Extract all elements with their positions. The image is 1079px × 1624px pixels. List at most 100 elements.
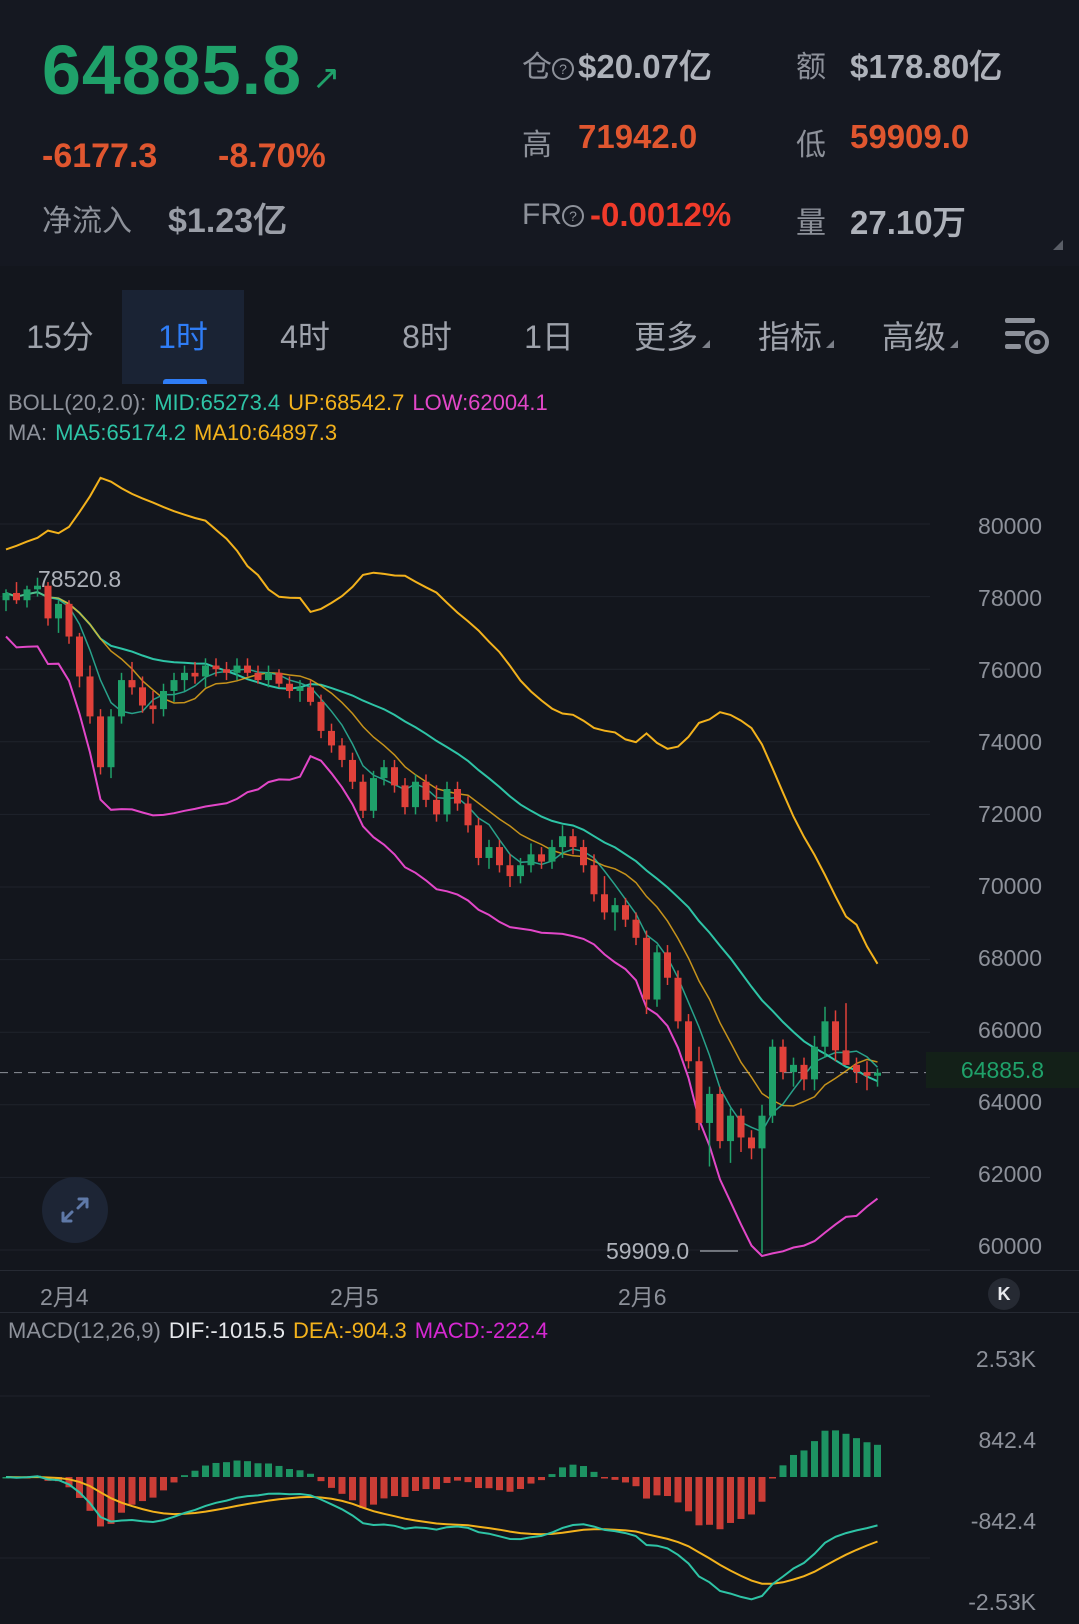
candle-body (233, 665, 241, 673)
boll-lower-band (5, 635, 879, 1258)
macd-histogram-bar (790, 1454, 797, 1477)
open-interest-value: $20.07亿 (578, 48, 712, 85)
candle-body (139, 687, 146, 706)
dropdown-caret-icon (950, 340, 958, 348)
expand-arrows-icon (61, 1197, 89, 1223)
candle-body (307, 687, 314, 702)
candle-body (853, 1064, 860, 1073)
candlestick-chart[interactable] (0, 440, 1079, 1270)
macd-histogram-bar (191, 1470, 199, 1477)
volume-value: 27.10万 (850, 204, 966, 241)
tab-8h[interactable]: 8时 (366, 290, 488, 384)
help-icon[interactable]: ? (562, 205, 584, 228)
candle-body (265, 672, 272, 681)
candle-body (863, 1072, 871, 1076)
macd-histogram-bar (464, 1477, 472, 1483)
candle-body (380, 767, 388, 779)
macd-histogram-bar (853, 1438, 860, 1477)
high-label: 高 (522, 129, 552, 162)
candle-body (76, 636, 83, 677)
low-value: 59909.0 (850, 118, 970, 155)
last-price: 64885.8 (42, 31, 303, 109)
chart-settings-icon[interactable] (1003, 314, 1051, 363)
date-label: 2月6 (618, 1284, 667, 1310)
macd-histogram-bar (223, 1462, 230, 1477)
tab-advanced[interactable]: 高级 (858, 290, 982, 384)
macd-histogram-bar (170, 1477, 178, 1483)
candle-body (464, 803, 472, 826)
macd-histogram-bar (517, 1477, 524, 1489)
boll-low: LOW:62004.1 (412, 390, 548, 415)
macd-histogram-bar (748, 1477, 755, 1515)
open-interest-label[interactable]: 仓? (522, 42, 574, 86)
macd-histogram-bar (160, 1477, 167, 1491)
candle-body (716, 1093, 724, 1142)
candle-body (338, 745, 346, 760)
candle-body (548, 847, 556, 862)
funding-rate-label[interactable]: FR? (522, 198, 584, 232)
macd-histogram-bar (370, 1477, 377, 1505)
help-icon[interactable]: ? (552, 58, 574, 81)
candle-body (191, 672, 199, 677)
candle-body (527, 854, 535, 866)
candle-body (128, 680, 136, 688)
macd-histogram-bar (391, 1477, 398, 1497)
macd-histogram-bar (401, 1477, 409, 1497)
macd-histogram-bar (296, 1470, 304, 1477)
candle-body (454, 788, 461, 804)
candle-body (779, 1046, 787, 1073)
trend-arrow-icon: ↗ (312, 59, 341, 97)
expand-chart-button[interactable] (42, 1177, 108, 1243)
macd-dea: DEA:-904.3 (293, 1318, 407, 1343)
macd-histogram-bar (548, 1474, 556, 1477)
tab-more[interactable]: 更多 (610, 290, 734, 384)
date-axis-divider (0, 1270, 1079, 1271)
macd-histogram-bar (181, 1475, 188, 1477)
macd-histogram-bar (727, 1477, 734, 1523)
macd-histogram-bar (317, 1477, 325, 1482)
macd-histogram-bar (233, 1460, 241, 1477)
candle-body (97, 716, 104, 768)
candle-body (695, 1061, 703, 1123)
period-high-annotation: 78520.8 (38, 566, 122, 592)
macd-histogram-bar (275, 1465, 283, 1477)
macd-histogram-bar (212, 1462, 220, 1477)
tab-15m[interactable]: 15分 (0, 290, 120, 384)
macd-histogram-bar (107, 1477, 115, 1524)
macd-histogram-bar (254, 1463, 262, 1477)
tab-4h[interactable]: 4时 (244, 290, 366, 384)
macd-histogram-bar (769, 1477, 776, 1479)
candle-body (412, 781, 419, 808)
macd-histogram-bar (653, 1477, 661, 1496)
macd-histogram-bar (863, 1442, 871, 1477)
candle-body (244, 665, 251, 673)
candle-body (160, 690, 167, 710)
macd-histogram-bar (758, 1477, 766, 1502)
macd-chart[interactable] (0, 1350, 1079, 1620)
candle-body (622, 905, 629, 920)
tab-1d[interactable]: 1日 (488, 290, 610, 384)
macd-histogram-bar (244, 1461, 251, 1477)
candle-body (55, 603, 62, 619)
candle-body (2, 592, 10, 601)
macd-histogram-bar (706, 1477, 713, 1525)
candle-body (506, 865, 514, 877)
candle-body (223, 669, 230, 673)
macd-histogram-bar (622, 1477, 629, 1483)
macd-histogram-bar (611, 1477, 619, 1480)
scroll-to-latest-button[interactable]: K (988, 1278, 1020, 1310)
candle-body (611, 905, 619, 913)
tab-indicators[interactable]: 指标 (734, 290, 858, 384)
macd-histogram-bar (601, 1477, 608, 1479)
boll-legend: BOLL(20,2.0): MID:65273.4 UP:68542.7 LOW:62… (8, 390, 556, 416)
boll-mid: MID:65273.4 (154, 390, 281, 415)
expand-corner-icon[interactable] (1053, 240, 1063, 250)
macd-histogram-bar (328, 1477, 335, 1488)
candle-body (874, 1072, 881, 1076)
dropdown-caret-icon (826, 340, 834, 348)
interval-tabs: 15分 1时 4时 8时 1日 更多 指标 高级 (0, 290, 1079, 384)
candle-body (748, 1137, 755, 1149)
candle-body (706, 1093, 713, 1123)
tab-1h[interactable]: 1时 (122, 290, 244, 384)
macd-dea-line (5, 1475, 878, 1585)
